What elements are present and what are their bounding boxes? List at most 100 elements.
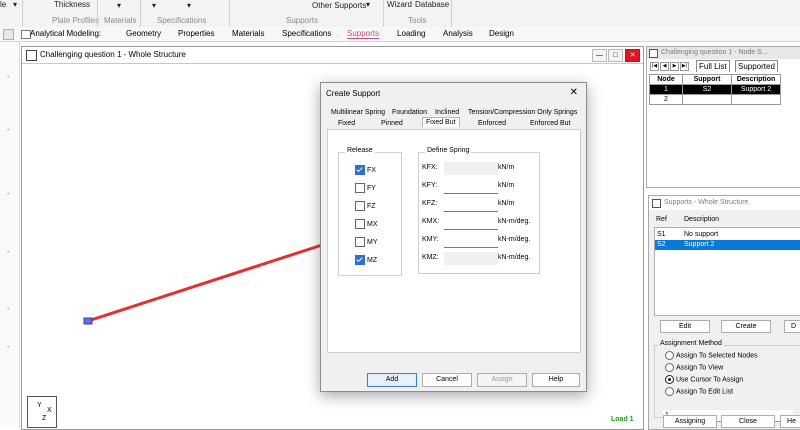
release-mz-checkbox[interactable]: MZ (355, 255, 377, 265)
tab-fixed[interactable]: Fixed (338, 120, 355, 127)
next-page-icon[interactable]: ▶ (670, 62, 679, 71)
checkbox-icon[interactable] (355, 183, 365, 193)
tab-foundation[interactable]: Foundation (392, 109, 427, 116)
kmx-unit: kN-m/deg. (498, 218, 531, 225)
node-panel-titlebar[interactable]: Challenging question 1 - Node S... (647, 47, 800, 59)
delete-button[interactable]: D (784, 320, 800, 333)
tab-multilinear-spring[interactable]: Multilinear Spring (331, 109, 385, 116)
kmy-field[interactable] (444, 234, 498, 248)
radio-assign-to-view[interactable]: Assign To View (665, 363, 723, 372)
beam-member[interactable] (87, 243, 323, 323)
chevron-down-icon[interactable]: ▾ (13, 0, 17, 9)
list-item[interactable]: S1 No support (655, 230, 800, 240)
release-fx-checkbox[interactable]: FX (355, 165, 376, 175)
ribbon-separator (140, 0, 141, 27)
tab-tension-compression-springs[interactable]: Tension/Compression Only Springs (468, 109, 577, 116)
node-support-table: Node Support Description 1 S2 Support 2 … (649, 74, 781, 105)
tab-enforced-but[interactable]: Enforced But (530, 120, 570, 127)
radio-icon[interactable] (665, 351, 674, 360)
kfz-field[interactable] (444, 198, 498, 212)
tab-enforced[interactable]: Enforced (478, 120, 506, 127)
radio-icon[interactable] (665, 387, 674, 396)
radio-use-cursor[interactable]: Use Cursor To Assign (665, 375, 743, 384)
load-label: Load 1 (611, 416, 634, 423)
col-description: Description (684, 216, 720, 223)
support-cell (682, 94, 732, 105)
dialog-title: Create Support (326, 89, 381, 98)
supports-list[interactable]: S1 No support S2 Support 2 (654, 227, 800, 316)
first-page-icon[interactable]: |◀ (650, 62, 659, 71)
pin-icon[interactable] (3, 29, 14, 40)
checkbox-icon[interactable] (355, 219, 365, 229)
chevron-down-icon[interactable]: ▾ (187, 1, 191, 10)
checkbox-checked-icon[interactable] (355, 165, 365, 175)
ribbon-separator (22, 0, 23, 27)
tab-inclined[interactable]: Inclined (435, 109, 459, 116)
assigning-button[interactable]: Assigning (663, 415, 717, 428)
create-button[interactable]: Create (721, 320, 771, 333)
tab-geometry[interactable]: Geometry (126, 29, 161, 38)
axis-z-label: Z (42, 415, 47, 422)
radio-selected-nodes[interactable]: Assign To Selected Nodes (665, 351, 758, 360)
supports-group-label: Supports (286, 16, 319, 25)
thickness-button[interactable]: Thickness (54, 0, 90, 9)
col-ref: Ref (656, 216, 667, 223)
checkbox-checked-icon[interactable] (355, 255, 365, 265)
ribbon-cut-item[interactable]: le (0, 0, 6, 9)
help-button[interactable]: Help (532, 373, 580, 387)
tab-loading[interactable]: Loading (397, 29, 425, 38)
edit-button[interactable]: Edit (660, 320, 710, 333)
tab-pinned[interactable]: Pinned (381, 120, 403, 127)
radio-edit-list[interactable]: Assign To Edit List (665, 387, 733, 396)
kfy-field[interactable] (444, 180, 498, 194)
assignment-method-group: Assignment Method Assign To Selected Nod… (654, 340, 800, 422)
checkbox-icon[interactable] (355, 201, 365, 211)
chevron-down-icon[interactable]: ▾ (366, 0, 370, 9)
close-button[interactable]: Close (721, 415, 775, 428)
radio-selected-icon[interactable] (665, 375, 674, 384)
last-page-icon[interactable]: ▶| (680, 62, 689, 71)
radio-label: Assign To View (676, 364, 724, 372)
chevron-down-icon[interactable]: ▾ (152, 1, 156, 10)
kmx-field[interactable] (444, 216, 498, 230)
help-button[interactable]: He (780, 415, 800, 428)
tab-supports[interactable]: Supports (347, 29, 380, 39)
release-fy-checkbox[interactable]: FY (355, 183, 376, 193)
database-button[interactable]: Database (415, 0, 449, 9)
tab-specifications[interactable]: Specifications (282, 29, 331, 38)
tab-full-list[interactable]: Full List (696, 60, 730, 72)
axis-y-label: Y (37, 402, 42, 409)
add-button[interactable]: Add (367, 373, 417, 387)
tab-design[interactable]: Design (489, 29, 514, 38)
chevron-down-icon[interactable]: ▾ (117, 1, 121, 10)
prev-page-icon[interactable]: ◀ (660, 62, 669, 71)
col-node: Node (649, 74, 683, 85)
list-item[interactable]: S2 Support 2 (655, 240, 800, 250)
tab-analysis[interactable]: Analysis (443, 29, 473, 38)
radio-icon[interactable] (665, 363, 674, 372)
kfx-unit: kN/m (498, 164, 515, 171)
supports-panel-titlebar[interactable]: Supports - Whole Structure (649, 196, 800, 210)
release-mx-checkbox[interactable]: MX (355, 219, 378, 229)
checkbox-icon[interactable] (355, 237, 365, 247)
strip-marker: - (7, 189, 10, 198)
tab-properties[interactable]: Properties (178, 29, 214, 38)
description-cell: Support 2 (731, 84, 781, 95)
cancel-button[interactable]: Cancel (422, 373, 472, 387)
table-row[interactable]: 1 S2 Support 2 (649, 84, 781, 95)
radio-label: Assign To Selected Nodes (676, 352, 758, 360)
wizard-button[interactable]: Wizard (387, 0, 412, 9)
release-my-checkbox[interactable]: MY (355, 237, 378, 247)
release-fx-label: FX (367, 166, 376, 174)
other-supports-button[interactable]: Other Supports (312, 1, 366, 10)
release-fz-checkbox[interactable]: FZ (355, 201, 376, 211)
close-icon[interactable]: ✕ (570, 87, 578, 98)
table-row[interactable]: 2 (649, 94, 781, 105)
page-control-bar: Analytical Modeling: Geometry Properties… (0, 27, 800, 42)
tab-materials[interactable]: Materials (232, 29, 264, 38)
release-group: Release FX FY FZ MX MY MZ (338, 147, 402, 276)
col-description: Description (731, 74, 781, 85)
support-symbol[interactable] (83, 317, 93, 325)
tab-supported[interactable]: Supported (735, 60, 778, 72)
tab-fixed-but[interactable]: Fixed But (422, 117, 460, 127)
